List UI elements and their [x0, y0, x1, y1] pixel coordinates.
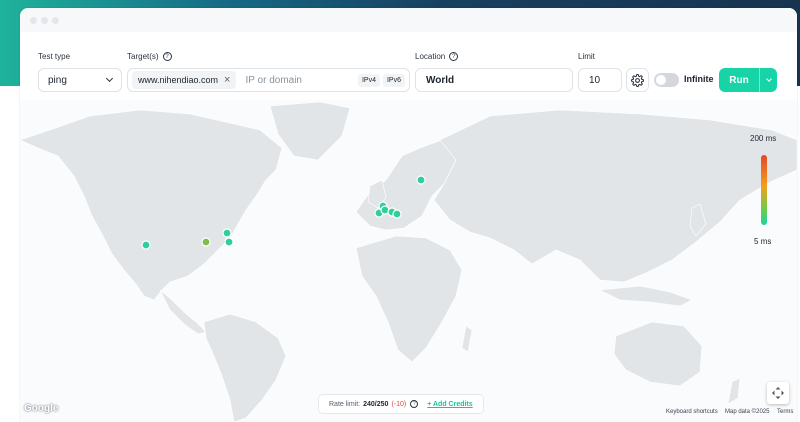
chevron-down-icon [105, 74, 114, 83]
rate-limit-prefix: Rate limit: [329, 400, 361, 408]
gear-icon [631, 73, 644, 87]
targets-field[interactable]: www.nihendiao.com × IPv4 IPv6 [127, 68, 410, 92]
probe-marker-us-east-north[interactable] [222, 228, 232, 238]
rate-limit-delta: (-10) [391, 400, 407, 408]
targets-label: Target(s) ? [127, 52, 172, 61]
probe-marker-europe-central-2[interactable] [392, 209, 402, 219]
chevron-down-icon [765, 75, 772, 82]
terms-link[interactable]: Terms [777, 409, 793, 415]
limit-label: Limit [578, 52, 595, 61]
continent-central-america [159, 289, 207, 335]
ipv6-option[interactable]: IPv6 [382, 73, 405, 87]
target-chip[interactable]: www.nihendiao.com × [132, 71, 237, 89]
fullscreen-button[interactable] [767, 382, 789, 404]
window-titlebar [20, 8, 797, 32]
remove-target-icon[interactable]: × [224, 74, 230, 86]
location-help-icon[interactable]: ? [449, 52, 459, 61]
test-type-label: Test type [38, 52, 71, 61]
settings-button[interactable] [626, 68, 649, 92]
world-map[interactable] [20, 100, 797, 422]
run-options-button[interactable] [760, 68, 777, 92]
window-dot-1 [30, 17, 37, 24]
continent-north-america [20, 109, 283, 301]
window-dot-3 [52, 17, 59, 24]
google-logo[interactable]: Google [24, 403, 58, 414]
continent-south-america [203, 313, 287, 422]
ipv4-option[interactable]: IPv4 [357, 73, 380, 87]
limit-input[interactable]: 10 [578, 68, 622, 92]
app-window: Test type Target(s) ? Location ? Limit p… [20, 8, 797, 422]
probe-marker-us-east[interactable] [224, 237, 234, 247]
location-input[interactable]: World [415, 68, 573, 92]
latency-scale-min: 5 ms [754, 237, 772, 246]
fullscreen-icon [772, 387, 784, 399]
location-label: Location ? [415, 52, 459, 61]
add-credits-link[interactable]: + Add Credits [427, 401, 472, 408]
continent-australia [613, 321, 703, 387]
keyboard-shortcuts-link[interactable]: Keyboard shortcuts [666, 409, 718, 415]
continent-africa [355, 235, 463, 363]
toggle-knob [656, 75, 666, 85]
test-type-select[interactable]: ping [38, 68, 122, 92]
targets-help-icon[interactable]: ? [162, 52, 172, 61]
infinite-label: Infinite [684, 74, 714, 84]
world-map-canvas [20, 101, 797, 422]
location-value: World [426, 74, 455, 86]
continent-greenland [269, 101, 351, 161]
window-dot-2 [41, 17, 48, 24]
ip-version-group: IPv4 IPv6 [357, 73, 405, 87]
infinite-toggle[interactable] [654, 73, 679, 87]
run-label: Run [729, 74, 749, 86]
continent-asia [433, 109, 797, 283]
target-input[interactable] [245, 74, 346, 86]
probe-marker-us-west[interactable] [141, 240, 151, 250]
continent-indonesia [598, 285, 693, 307]
continent-new-zealand [727, 377, 741, 405]
limit-value: 10 [589, 74, 601, 86]
rate-limit-value: 240/250 [363, 400, 389, 408]
probe-marker-us-central[interactable] [201, 237, 211, 247]
test-type-value: ping [48, 74, 67, 86]
map-data-text: Map data ©2025 [725, 409, 770, 415]
run-button[interactable]: Run [719, 68, 777, 92]
probe-marker-nordics[interactable] [416, 175, 426, 185]
latency-scale-bar [761, 155, 767, 225]
target-chip-label: www.nihendiao.com [138, 75, 219, 85]
continent-madagascar [461, 325, 473, 353]
rate-limit-help-icon[interactable]: ? [410, 400, 419, 408]
latency-scale-max: 200 ms [750, 134, 777, 143]
rate-limit-box: Rate limit: 240/250 (-10) ? + Add Credit… [318, 394, 484, 414]
